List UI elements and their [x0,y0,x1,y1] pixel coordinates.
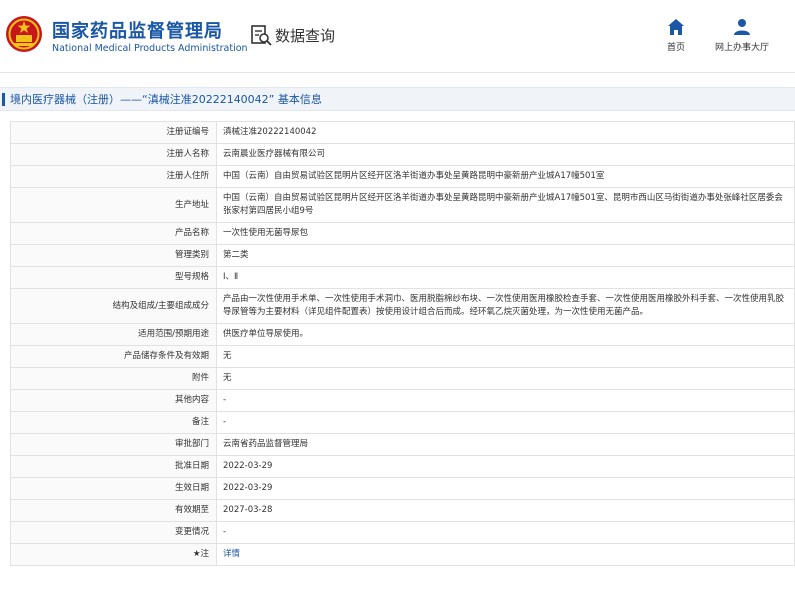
row-label: 注册证编号 [10,121,217,144]
nav-online-office[interactable]: 网上办事大厅 [710,18,774,53]
site-title-english[interactable]: National Medical Products Administration [52,43,248,54]
row-value: - [216,389,795,412]
row-value: 中国（云南）自由贸易试验区昆明片区经开区洛羊街道办事处呈黄路昆明中豪新册产业城A… [216,165,795,188]
breadcrumb: 境内医疗器械（注册）——“滇械注准20222140042” 基本信息 [0,87,795,111]
table-row: 结构及组成/主要组成成分 产品由一次性使用手术单、一次性使用手术洞巾、医用脱脂棉纱… [10,288,795,324]
table-row: 附件无 [10,367,795,390]
table-row: 产品名称 一次性使用无菌导尿包 [10,222,795,245]
table-row: 生产地址 中国（云南）自由贸易试验区昆明片区经开区洛羊街道办事处呈黄路昆明中豪新册… [10,187,795,223]
row-value: 详情 [216,543,795,566]
row-label: 产品名称 [10,222,217,245]
table-row: 型号规格 Ⅰ、Ⅱ [10,266,795,289]
row-label-note: ★注 [10,543,217,566]
site-header: 国家药品监督管理局 National Medical Products Admi… [0,0,795,73]
row-label: 审批部门 [10,433,217,456]
table-row: 注册人住所 中国（云南）自由贸易试验区昆明片区经开区洛羊街道办事处呈黄路昆明中豪新… [10,165,795,188]
row-label: 备注 [10,411,217,434]
row-label: 产品储存条件及有效期 [10,345,217,368]
search-document-icon [251,25,272,46]
row-value: 云南省药品监督管理局 [216,433,795,456]
row-value: 第二类 [216,244,795,267]
row-value: Ⅰ、Ⅱ [216,266,795,289]
data-query-label: 数据查询 [275,26,336,45]
table-row: 生效日期 2022-03-29 [10,477,795,500]
details-link[interactable]: 详情 [223,549,240,559]
row-label: 变更情况 [10,521,217,544]
breadcrumb-text: 境内医疗器械（注册）——“滇械注准20222140042” 基本信息 [10,93,322,106]
table-row: 变更情况 - [10,521,795,544]
row-label: 生效日期 [10,477,217,500]
table-row: 适用范围/预期用途 供医疗单位导尿使用。 [10,323,795,346]
row-label: 批准日期 [10,455,217,478]
row-value: 无 [216,345,795,368]
table-row: 注册证编号 滇械注准20222140042 [10,121,795,144]
row-value: 2022-03-29 [216,455,795,478]
table-row: 有效期至 2027-03-28 [10,499,795,522]
row-label: 型号规格 [10,266,217,289]
table-row: ★注 详情 [10,543,795,566]
row-value: 云南晨业医疗器械有限公司 [216,143,795,166]
row-value: 中国（云南）自由贸易试验区昆明片区经开区洛羊街道办事处呈黄路昆明中豪新册产业城A… [216,187,795,223]
table-row: 批准日期 2022-03-29 [10,455,795,478]
row-label: 注册人住所 [10,165,217,188]
row-label: 适用范围/预期用途 [10,323,217,346]
table-row: 产品储存条件及有效期无 [10,345,795,368]
row-value: 2027-03-28 [216,499,795,522]
row-label: 管理类别 [10,244,217,267]
nav-home[interactable]: 首页 [660,18,692,53]
home-icon [668,19,684,35]
row-value: 滇械注准20222140042 [216,121,795,144]
table-row: 审批部门 云南省药品监督管理局 [10,433,795,456]
table-row: 管理类别 第二类 [10,244,795,267]
row-label: 结构及组成/主要组成成分 [10,288,217,324]
site-title[interactable]: 国家药品监督管理局 [52,17,223,43]
table-row: 注册人名称 云南晨业医疗器械有限公司 [10,143,795,166]
row-value: - [216,411,795,434]
row-label: 附件 [10,367,217,390]
nav-home-label: 首页 [666,43,685,53]
nav-online-office-label: 网上办事大厅 [714,43,769,53]
row-value: 无 [216,367,795,390]
national-emblem-icon[interactable] [5,15,43,53]
table-row: 备注 - [10,411,795,434]
note-label: 注 [200,549,209,559]
data-query-link[interactable]: 数据查询 [250,24,335,46]
row-value: 供医疗单位导尿使用。 [216,323,795,346]
user-icon [734,19,750,35]
breadcrumb-marker [2,92,5,106]
row-label: 有效期至 [10,499,217,522]
detail-table: 注册证编号 滇械注准20222140042 注册人名称 云南晨业医疗器械有限公司 注… [10,121,795,566]
row-value: 2022-03-29 [216,477,795,500]
row-value: 一次性使用无菌导尿包 [216,222,795,245]
row-value: - [216,521,795,544]
row-label: 注册人名称 [10,143,217,166]
row-label: 其他内容 [10,389,217,412]
row-value: 产品由一次性使用手术单、一次性使用手术洞巾、医用脱脂棉纱布块、一次性使用医用橡胶… [216,288,795,324]
table-row: 其他内容 - [10,389,795,412]
row-label: 生产地址 [10,187,217,223]
